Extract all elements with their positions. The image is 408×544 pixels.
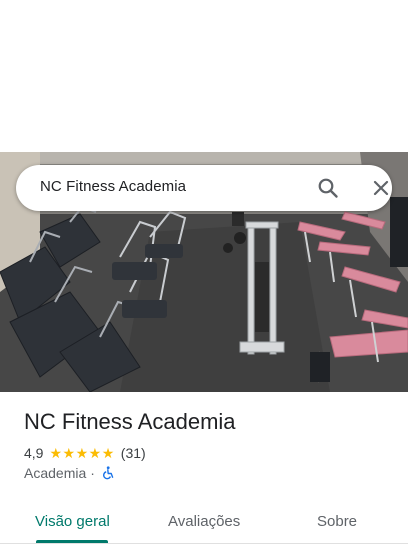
tab-overview[interactable]: Visão geral <box>35 513 110 530</box>
star-icon: ★ <box>49 445 63 461</box>
rating-value: 4,9 <box>24 445 44 461</box>
close-icon <box>373 180 389 196</box>
star-icon: ★ <box>101 445 115 461</box>
search-button[interactable] <box>312 173 344 203</box>
tab-about[interactable]: Sobre <box>317 513 357 530</box>
place-category: Academia <box>24 465 87 481</box>
map-blank-area <box>0 0 408 152</box>
search-input[interactable]: NC Fitness Academia <box>40 178 186 195</box>
star-icon: ★ <box>75 445 89 461</box>
place-info-panel: NC Fitness Academia 4,9 ★ ★ ★ ★ ★ (31) A… <box>0 392 408 544</box>
category-row: Academia · <box>24 465 115 481</box>
place-title: NC Fitness Academia <box>24 409 236 434</box>
rating-row[interactable]: 4,9 ★ ★ ★ ★ ★ (31) <box>24 445 146 461</box>
star-icon: ★ <box>62 445 76 461</box>
wheelchair-icon <box>101 466 115 480</box>
search-bar[interactable]: NC Fitness Academia <box>16 165 392 211</box>
separator-dot: · <box>90 465 95 481</box>
search-icon <box>318 178 338 198</box>
place-tabs: Visão geral Avaliações Sobre <box>0 502 408 544</box>
close-button[interactable] <box>365 173 397 203</box>
review-count[interactable]: (31) <box>121 445 146 461</box>
tab-reviews[interactable]: Avaliações <box>168 513 240 530</box>
star-rating: ★ ★ ★ ★ ★ <box>49 446 114 460</box>
star-icon: ★ <box>88 445 102 461</box>
